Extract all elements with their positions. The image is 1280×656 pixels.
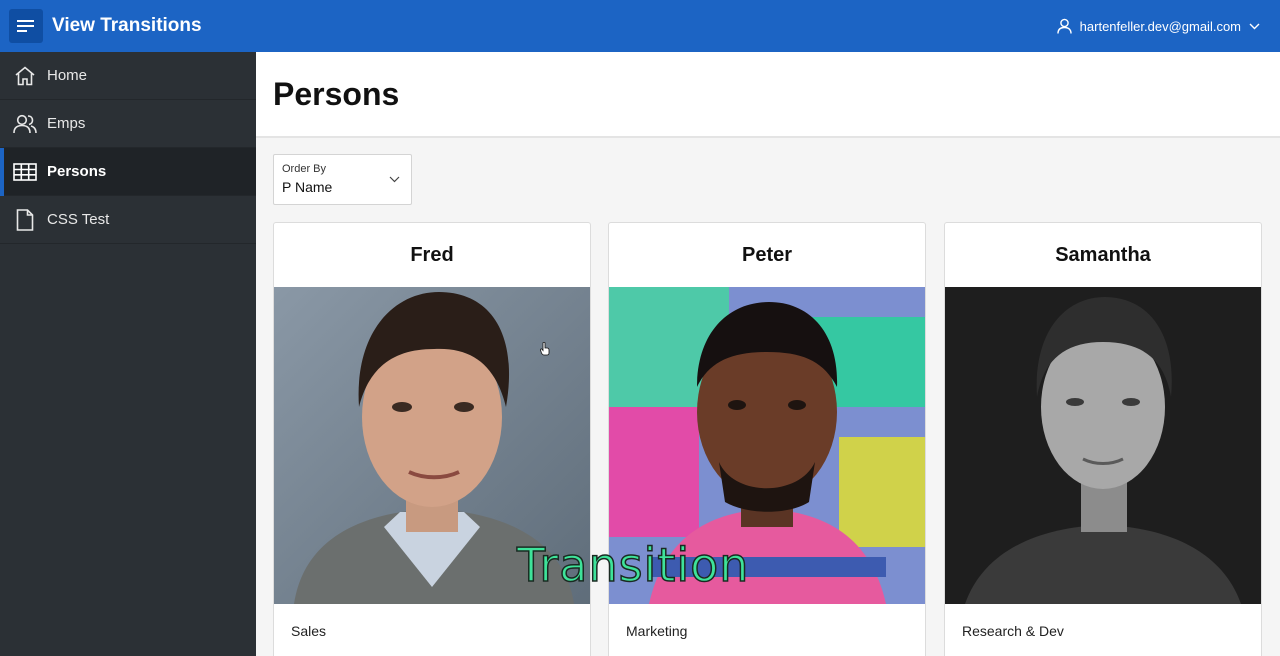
card-department: Research & Dev xyxy=(962,623,1064,639)
menu-toggle-button[interactable] xyxy=(9,9,43,43)
user-menu[interactable]: hartenfeller.dev@gmail.com xyxy=(1056,0,1260,52)
sidebar: Home Emps Persons CSS Test xyxy=(0,52,256,656)
chevron-down-icon xyxy=(389,176,400,183)
transition-caption: Transition xyxy=(516,537,750,593)
title-bar: Persons xyxy=(256,52,1280,138)
sidebar-item-label: Home xyxy=(47,67,88,84)
order-by-value: P Name xyxy=(282,179,333,195)
app-title[interactable]: View Transitions xyxy=(52,15,202,37)
card-name: Fred xyxy=(410,243,454,266)
grid-icon xyxy=(0,162,47,181)
chevron-down-icon xyxy=(1249,23,1260,29)
card-name: Samantha xyxy=(1055,243,1151,266)
main-content: Persons Order By P Name Fred Sales Peter… xyxy=(256,52,1280,656)
sidebar-item-label: Persons xyxy=(47,163,107,180)
sidebar-item-label: CSS Test xyxy=(47,211,110,228)
users-icon xyxy=(0,114,47,134)
user-icon xyxy=(1056,18,1072,34)
home-icon xyxy=(0,65,47,86)
app-header: View Transitions hartenfeller.dev@gmail.… xyxy=(0,0,1280,52)
page-title: Persons xyxy=(273,75,400,112)
order-by-select[interactable]: Order By P Name xyxy=(273,154,412,205)
order-by-label: Order By xyxy=(282,163,327,175)
card-name: Peter xyxy=(741,243,793,266)
sidebar-item-persons[interactable]: Persons xyxy=(0,148,256,196)
person-card-samantha[interactable]: Samantha Research & Dev xyxy=(944,222,1262,656)
card-department: Sales xyxy=(291,623,327,639)
user-email: hartenfeller.dev@gmail.com xyxy=(1079,18,1241,34)
hamburger-icon xyxy=(17,20,34,32)
sidebar-item-css-test[interactable]: CSS Test xyxy=(0,196,256,244)
person-photo xyxy=(945,287,1261,604)
sidebar-item-home[interactable]: Home xyxy=(0,52,256,100)
card-department: Marketing xyxy=(626,623,688,639)
sidebar-item-emps[interactable]: Emps xyxy=(0,100,256,148)
sidebar-item-label: Emps xyxy=(47,115,86,132)
file-icon xyxy=(0,208,47,231)
hand-cursor-icon xyxy=(540,342,550,356)
